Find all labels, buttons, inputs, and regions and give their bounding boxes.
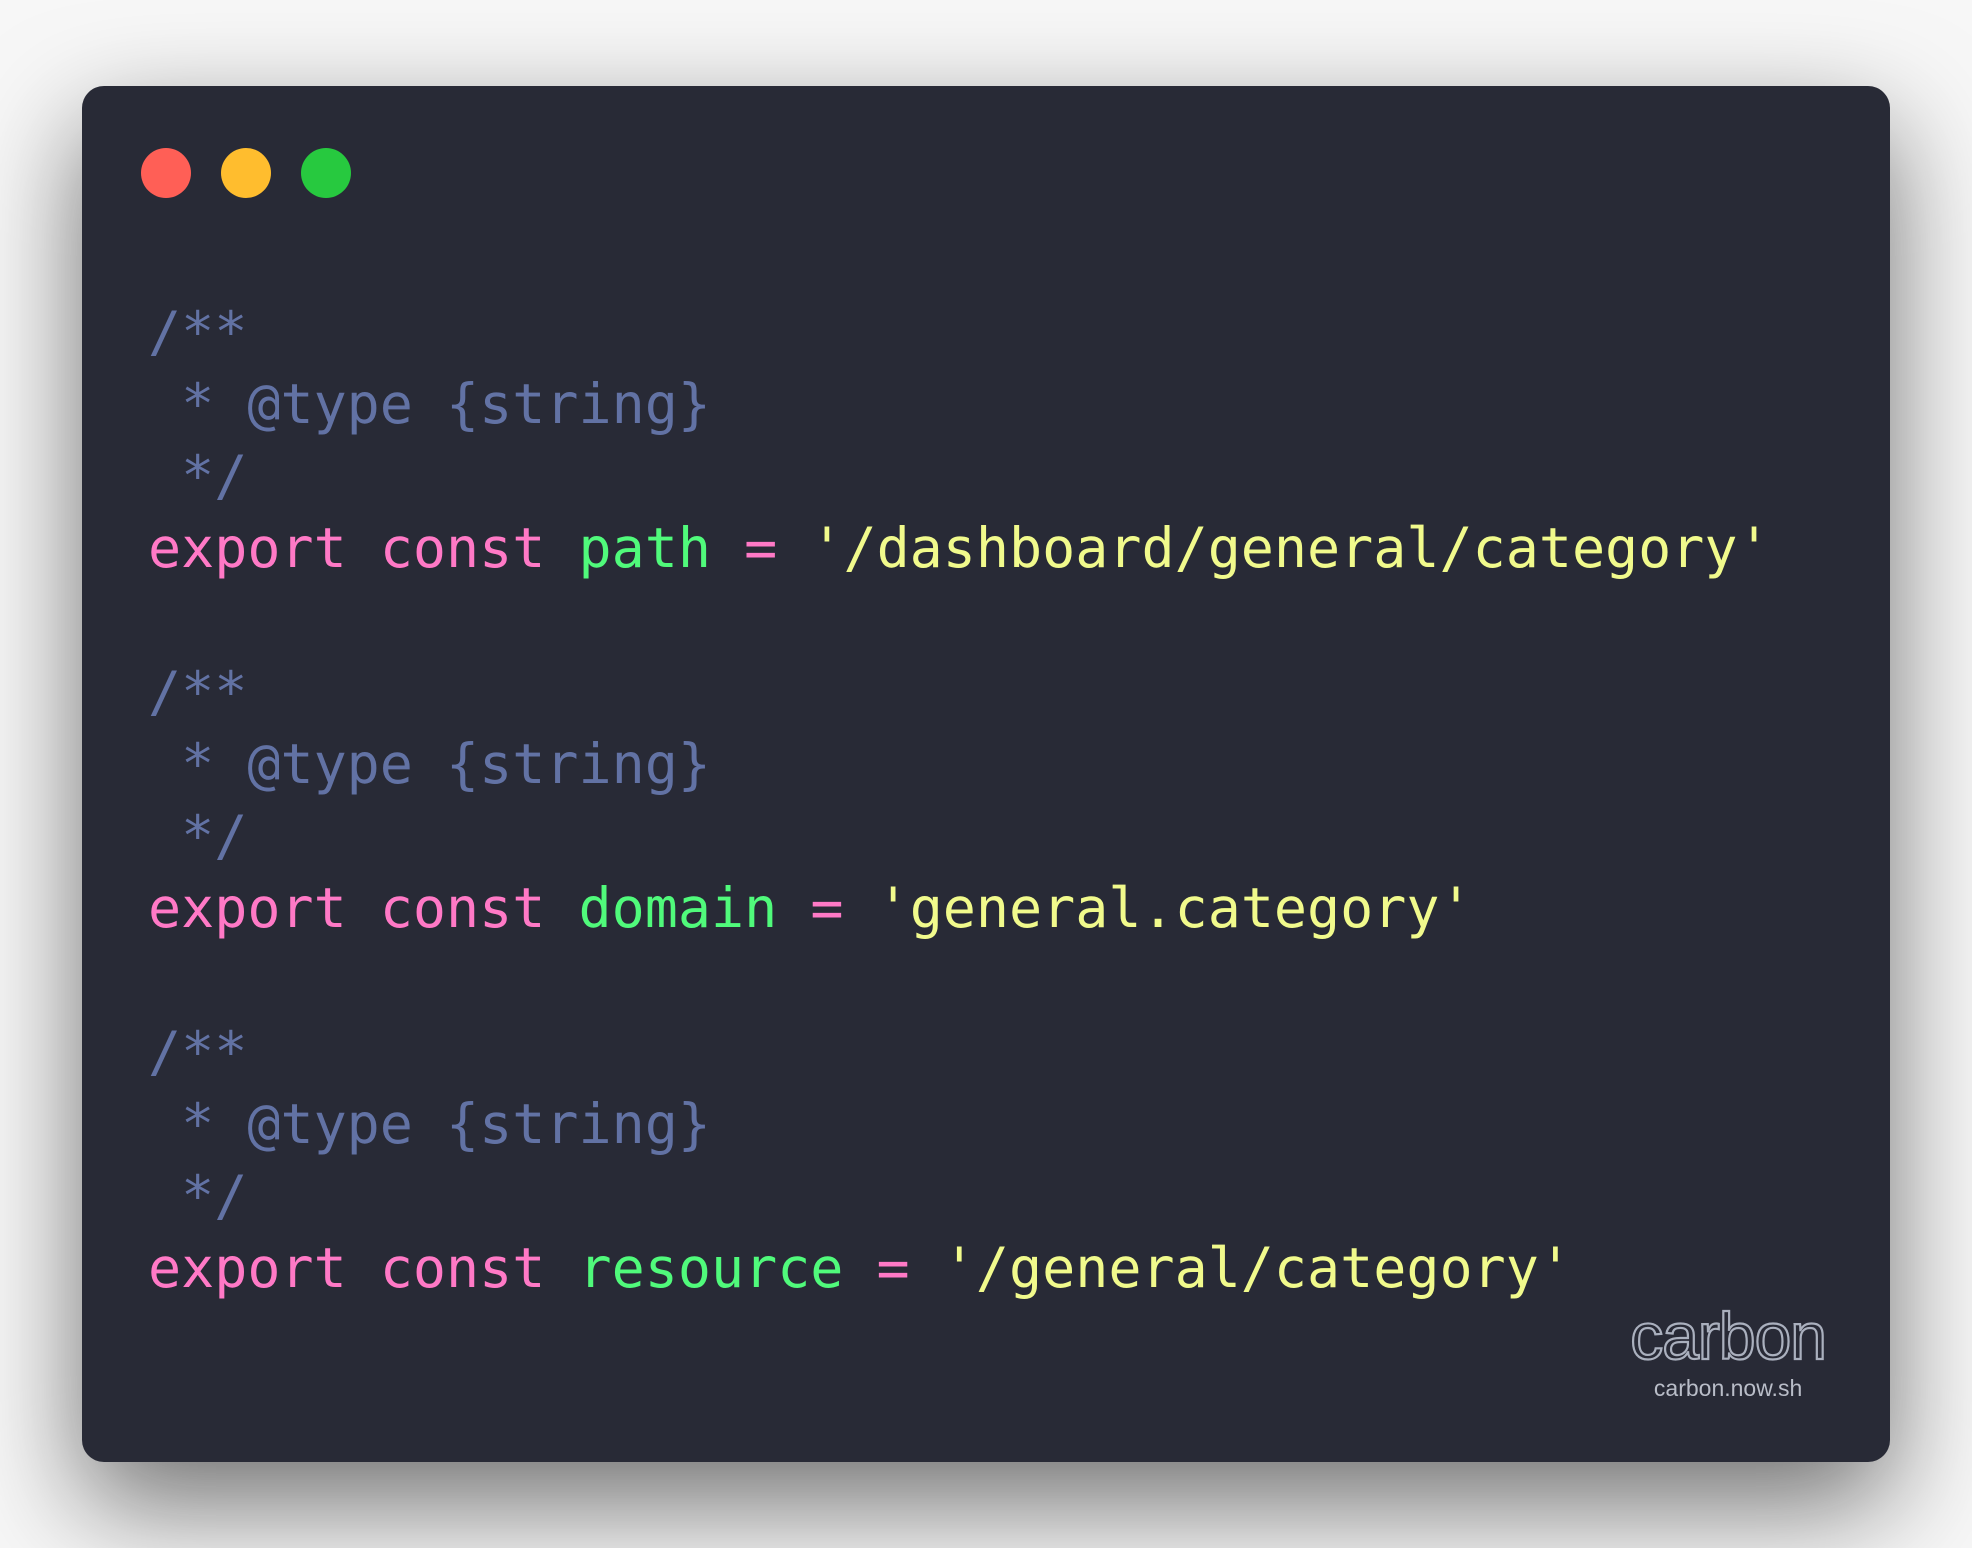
- code-token-operator: =: [744, 516, 778, 580]
- code-line: */: [148, 1160, 1771, 1232]
- code-line: /**: [148, 656, 1771, 728]
- code-token-string: '/dashboard/general/category': [810, 516, 1771, 580]
- code-token-comment: /**: [148, 660, 248, 724]
- code-token-string: '/general/category': [942, 1236, 1572, 1300]
- code-token-variable: domain: [578, 876, 778, 940]
- code-token-keyword: export: [148, 876, 347, 940]
- code-token-comment: * @type {string}: [148, 372, 711, 436]
- code-line: export const domain = 'general.category': [148, 872, 1771, 944]
- code-line: * @type {string}: [148, 728, 1771, 800]
- code-window: /** * @type {string} */export const path…: [82, 86, 1890, 1462]
- code-token-comment: * @type {string}: [148, 732, 711, 796]
- code-token-string: 'general.category': [876, 876, 1473, 940]
- code-block: /** * @type {string} */export const path…: [148, 296, 1771, 1304]
- code-token-keyword: export: [148, 516, 347, 580]
- code-line: export const path = '/dashboard/general/…: [148, 512, 1771, 584]
- code-token-comment: */: [148, 444, 248, 508]
- close-button[interactable]: [141, 148, 191, 198]
- code-token-operator: =: [810, 876, 844, 940]
- code-line: * @type {string}: [148, 368, 1771, 440]
- code-token-operator: =: [876, 1236, 910, 1300]
- code-token-keyword: const: [379, 876, 546, 940]
- code-token-comment: /**: [148, 300, 248, 364]
- minimize-button[interactable]: [221, 148, 271, 198]
- code-token-comment: */: [148, 1164, 248, 1228]
- code-line: */: [148, 440, 1771, 512]
- code-line: * @type {string}: [148, 1088, 1771, 1160]
- code-token-keyword: const: [379, 1236, 546, 1300]
- code-token-comment: /**: [148, 1020, 248, 1084]
- code-token-keyword: export: [148, 1236, 347, 1300]
- carbon-logo: carbon: [1629, 1299, 1828, 1373]
- code-token-keyword: const: [379, 516, 546, 580]
- code-line: export const resource = '/general/catego…: [148, 1232, 1771, 1304]
- maximize-button[interactable]: [301, 148, 351, 198]
- code-line: /**: [148, 296, 1771, 368]
- code-token-comment: * @type {string}: [148, 1092, 711, 1156]
- code-line: /**: [148, 1016, 1771, 1088]
- code-line: */: [148, 800, 1771, 872]
- carbon-watermark: carbon carbon.now.sh: [1629, 1299, 1828, 1402]
- code-token-variable: resource: [578, 1236, 844, 1300]
- code-token-variable: path: [578, 516, 711, 580]
- code-token-comment: */: [148, 804, 248, 868]
- carbon-url: carbon.now.sh: [1653, 1375, 1803, 1401]
